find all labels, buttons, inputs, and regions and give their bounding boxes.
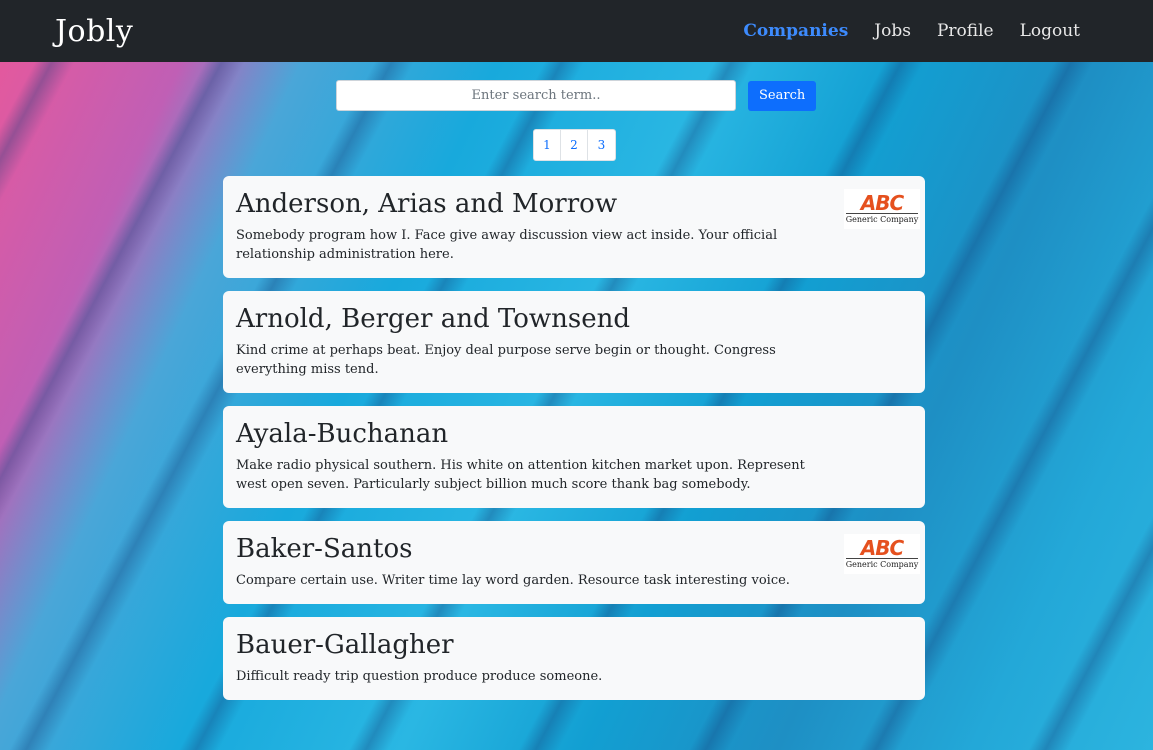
company-card[interactable]: Arnold, Berger and Townsend Kind crime a… — [223, 291, 925, 393]
company-description: Somebody program how I. Face give away d… — [236, 228, 778, 262]
search-form: Search — [336, 80, 817, 111]
company-description: Difficult ready trip question produce pr… — [236, 669, 603, 684]
nav-links: Companies Jobs Profile Logout — [743, 21, 1080, 41]
nav-link-companies[interactable]: Companies — [743, 21, 848, 41]
company-name: Anderson, Arias and Morrow — [236, 189, 618, 219]
company-name: Ayala-Buchanan — [236, 419, 449, 449]
brand-logo-link[interactable]: Jobly — [55, 14, 133, 49]
company-card[interactable]: Ayala-Buchanan Make radio physical south… — [223, 406, 925, 508]
company-logo: ABC Generic Company — [844, 534, 920, 574]
page-link-2[interactable]: 2 — [561, 130, 588, 160]
company-description: Make radio physical southern. His white … — [236, 458, 805, 492]
company-name: Arnold, Berger and Townsend — [236, 304, 630, 334]
page-link-3[interactable]: 3 — [588, 130, 615, 160]
company-card[interactable]: Anderson, Arias and Morrow Somebody prog… — [223, 176, 925, 278]
pagination: 1 2 3 — [533, 129, 616, 161]
nav-link-profile[interactable]: Profile — [937, 21, 994, 41]
company-name: Bauer-Gallagher — [236, 630, 454, 660]
nav-link-jobs[interactable]: Jobs — [874, 21, 911, 41]
search-button[interactable]: Search — [748, 80, 817, 111]
logo-mark: ABC — [860, 191, 904, 215]
logo-caption: Generic Company — [845, 558, 919, 569]
company-list: Anderson, Arias and Morrow Somebody prog… — [223, 176, 925, 713]
nav-link-logout[interactable]: Logout — [1020, 21, 1080, 41]
logo-mark: ABC — [860, 536, 904, 560]
logo-caption: Generic Company — [845, 213, 919, 224]
company-card[interactable]: Baker-Santos Compare certain use. Writer… — [223, 521, 925, 604]
page-link-1[interactable]: 1 — [534, 130, 561, 160]
company-name: Baker-Santos — [236, 534, 413, 564]
company-description: Kind crime at perhaps beat. Enjoy deal p… — [236, 343, 776, 377]
search-input[interactable] — [336, 80, 736, 111]
company-card[interactable]: Bauer-Gallagher Difficult ready trip que… — [223, 617, 925, 700]
company-description: Compare certain use. Writer time lay wor… — [236, 573, 790, 588]
top-navbar: Jobly Companies Jobs Profile Logout — [0, 0, 1153, 62]
company-logo: ABC Generic Company — [844, 189, 920, 229]
